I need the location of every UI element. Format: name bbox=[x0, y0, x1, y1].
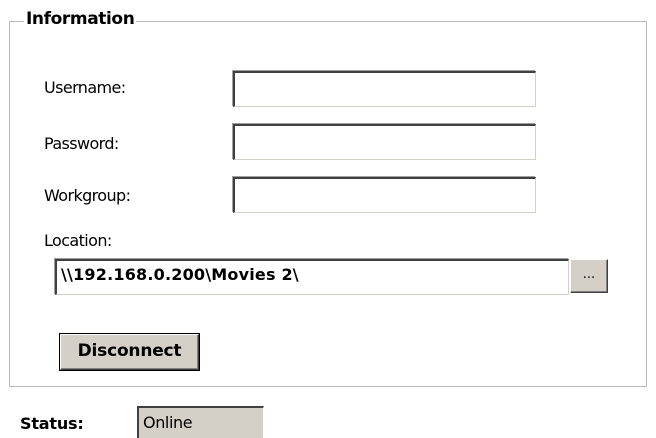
groupbox-title: Information bbox=[24, 7, 137, 31]
username-field[interactable] bbox=[233, 71, 536, 107]
workgroup-label: Workgroup: bbox=[44, 186, 131, 205]
location-field[interactable]: \\192.168.0.200\Movies 2\ bbox=[55, 259, 569, 295]
connection-panel: Information Username: Password: Workgrou… bbox=[0, 0, 656, 438]
password-label: Password: bbox=[44, 134, 119, 153]
workgroup-field[interactable] bbox=[233, 177, 536, 213]
location-label: Location: bbox=[44, 231, 112, 250]
status-field: Online bbox=[137, 406, 264, 438]
disconnect-button[interactable]: Disconnect bbox=[60, 334, 199, 370]
status-label: Status: bbox=[20, 414, 84, 433]
username-label: Username: bbox=[44, 78, 126, 97]
password-field[interactable] bbox=[233, 124, 536, 160]
browse-button[interactable]: ... bbox=[570, 259, 608, 293]
